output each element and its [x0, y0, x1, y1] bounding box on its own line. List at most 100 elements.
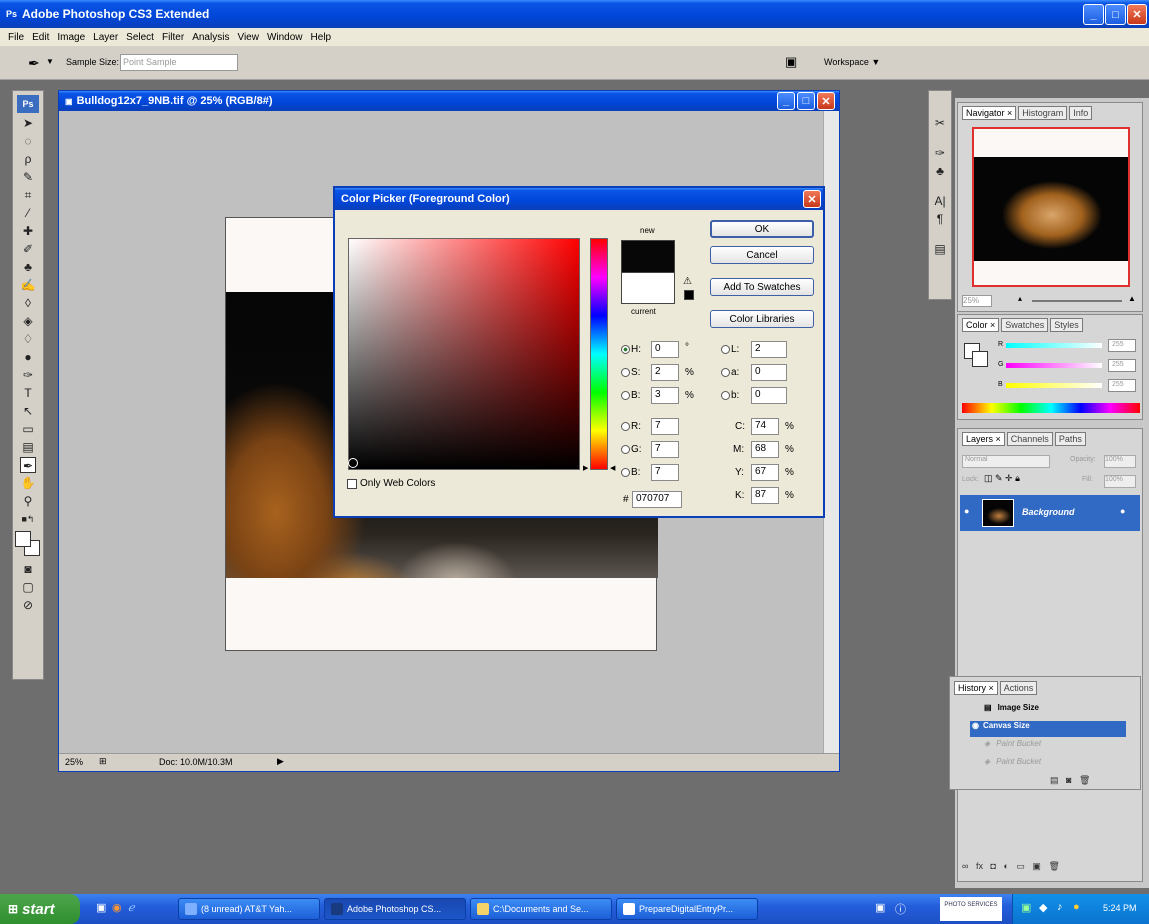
- l-field[interactable]: 2: [751, 341, 787, 358]
- tool-preset-dropdown-icon[interactable]: ▼: [46, 57, 54, 66]
- hue-slider-arrow-left-icon[interactable]: ▶: [583, 464, 588, 472]
- minimize-button[interactable]: _: [1083, 4, 1104, 25]
- imageready-icon[interactable]: ⊘: [20, 597, 36, 613]
- doc-close-button[interactable]: ✕: [817, 92, 835, 110]
- hue-slider-arrow-right-icon[interactable]: ◀: [610, 464, 615, 472]
- ok-button[interactable]: OK: [710, 220, 814, 238]
- color-ramp[interactable]: [962, 403, 1140, 413]
- l-radio[interactable]: L:: [721, 344, 739, 355]
- only-web-colors-checkbox[interactable]: [347, 479, 357, 489]
- b-rgb-field[interactable]: 7: [651, 464, 679, 481]
- history-item-paint-bucket-2[interactable]: ◈ Paint Bucket: [954, 757, 1126, 773]
- taskbar-button-yahoo-mail[interactable]: (8 unread) AT&T Yah...: [178, 898, 320, 920]
- quick-launch-ie-icon[interactable]: ℯ: [128, 901, 135, 914]
- delete-state-icon[interactable]: 🗑︎: [1079, 775, 1090, 785]
- taskbar-button-document[interactable]: PrepareDigitalEntryPr...: [616, 898, 758, 920]
- shape-tool-icon[interactable]: ▭: [20, 421, 36, 437]
- layer-comps-icon[interactable]: ▤: [932, 241, 948, 257]
- new-document-from-state-icon[interactable]: ▤: [1050, 775, 1059, 785]
- hand-tool-icon[interactable]: ✋: [20, 475, 36, 491]
- tab-histogram[interactable]: Histogram: [1018, 106, 1068, 120]
- zoom-in-icon[interactable]: ▲: [1128, 294, 1136, 303]
- status-menu-icon[interactable]: ⊞: [99, 756, 107, 767]
- tab-actions[interactable]: Actions: [999, 681, 1038, 695]
- layer-name[interactable]: Background: [1022, 507, 1075, 517]
- menu-file[interactable]: File: [8, 32, 24, 43]
- workspace-icon[interactable]: ▣: [785, 54, 797, 70]
- brushes-panel-icon[interactable]: ✑: [932, 145, 948, 161]
- tab-paths[interactable]: Paths: [1054, 432, 1086, 446]
- delete-layer-icon[interactable]: 🗑︎: [1048, 861, 1059, 871]
- crop-tool-icon[interactable]: ⌗: [20, 187, 36, 203]
- menu-edit[interactable]: Edit: [32, 32, 49, 43]
- menu-layer[interactable]: Layer: [93, 32, 118, 43]
- history-item-paint-bucket-1[interactable]: ◈ Paint Bucket: [954, 739, 1126, 755]
- slice-tool-icon[interactable]: ⁄: [20, 205, 36, 221]
- add-to-swatches-button[interactable]: Add To Swatches: [710, 278, 814, 296]
- b-hsb-radio[interactable]: B:: [621, 390, 640, 401]
- g-field[interactable]: 7: [651, 441, 679, 458]
- quick-selection-tool-icon[interactable]: ✎: [20, 169, 36, 185]
- k-field[interactable]: 87: [751, 487, 779, 504]
- status-arrow-icon[interactable]: ▶: [277, 756, 284, 767]
- g-radio[interactable]: G:: [621, 444, 642, 455]
- zoom-tool-icon[interactable]: ⚲: [20, 493, 36, 509]
- tab-styles[interactable]: Styles: [1050, 318, 1083, 332]
- doc-maximize-button[interactable]: □: [797, 92, 815, 110]
- clock[interactable]: 5:24 PM: [1103, 903, 1137, 913]
- maximize-button[interactable]: □: [1105, 4, 1126, 25]
- tool-presets-icon[interactable]: ✂: [932, 115, 948, 131]
- tray-info-icon[interactable]: ⓘ: [895, 901, 906, 917]
- blend-mode-select[interactable]: Normal: [962, 455, 1050, 468]
- b-lab-radio[interactable]: b:: [721, 390, 739, 401]
- web-safe-warning-swatch[interactable]: [684, 290, 694, 300]
- color-field-marker[interactable]: [348, 458, 358, 468]
- cancel-button[interactable]: Cancel: [710, 246, 814, 264]
- tab-info[interactable]: Info: [1069, 106, 1093, 120]
- default-colors-icon[interactable]: ■↰: [20, 511, 36, 527]
- r-field[interactable]: 7: [651, 418, 679, 435]
- a-radio[interactable]: a:: [721, 367, 739, 378]
- adjustment-layer-icon[interactable]: ◐: [1003, 861, 1008, 871]
- b-rgb-radio[interactable]: B:: [621, 467, 640, 478]
- lasso-tool-icon[interactable]: ρ: [20, 151, 36, 167]
- vertical-scrollbar[interactable]: [823, 111, 839, 759]
- navigator-preview[interactable]: [972, 127, 1130, 287]
- tab-layers[interactable]: Layers ×: [962, 432, 1005, 446]
- y-field[interactable]: 67: [751, 464, 779, 481]
- paragraph-panel-icon[interactable]: ¶: [932, 211, 948, 227]
- r-value-field[interactable]: 255: [1108, 339, 1136, 352]
- b-lab-field[interactable]: 0: [751, 387, 787, 404]
- history-item-canvas-size[interactable]: ◉ Canvas Size: [970, 721, 1126, 737]
- navigator-zoom-slider[interactable]: [1032, 300, 1122, 302]
- blur-tool-icon[interactable]: ♢: [20, 331, 36, 347]
- menu-window[interactable]: Window: [267, 32, 303, 43]
- hue-slider[interactable]: [590, 238, 608, 470]
- menu-help[interactable]: Help: [311, 32, 332, 43]
- link-layers-icon[interactable]: ∞: [962, 861, 968, 871]
- close-button[interactable]: ✕: [1127, 4, 1147, 25]
- quick-launch-firefox-icon[interactable]: ◉: [112, 901, 122, 914]
- visibility-eye-icon[interactable]: ●: [964, 506, 969, 516]
- tab-swatches[interactable]: Swatches: [1001, 318, 1049, 332]
- layer-mask-icon[interactable]: ◘: [990, 861, 995, 871]
- hex-field[interactable]: 070707: [632, 491, 682, 508]
- r-slider[interactable]: [1006, 343, 1102, 348]
- menu-view[interactable]: View: [237, 32, 259, 43]
- notes-tool-icon[interactable]: ▤: [20, 439, 36, 455]
- color-field[interactable]: [348, 238, 580, 470]
- pen-tool-icon[interactable]: ✑: [20, 367, 36, 383]
- s-field[interactable]: 2: [651, 364, 679, 381]
- history-brush-tool-icon[interactable]: ✍: [20, 277, 36, 293]
- color-picker-close-button[interactable]: ✕: [803, 190, 821, 208]
- m-field[interactable]: 68: [751, 441, 779, 458]
- current-color-swatch[interactable]: [621, 272, 675, 304]
- menu-image[interactable]: Image: [57, 32, 85, 43]
- quick-mask-icon[interactable]: ◙: [20, 561, 36, 577]
- foreground-color-swatch[interactable]: [15, 531, 31, 547]
- a-field[interactable]: 0: [751, 364, 787, 381]
- screen-mode-icon[interactable]: ▢: [20, 579, 36, 595]
- tab-history[interactable]: History ×: [954, 681, 998, 695]
- tray-network-icon[interactable]: ▣: [875, 901, 885, 914]
- eyedropper-tool-button-icon[interactable]: ✒: [20, 457, 36, 473]
